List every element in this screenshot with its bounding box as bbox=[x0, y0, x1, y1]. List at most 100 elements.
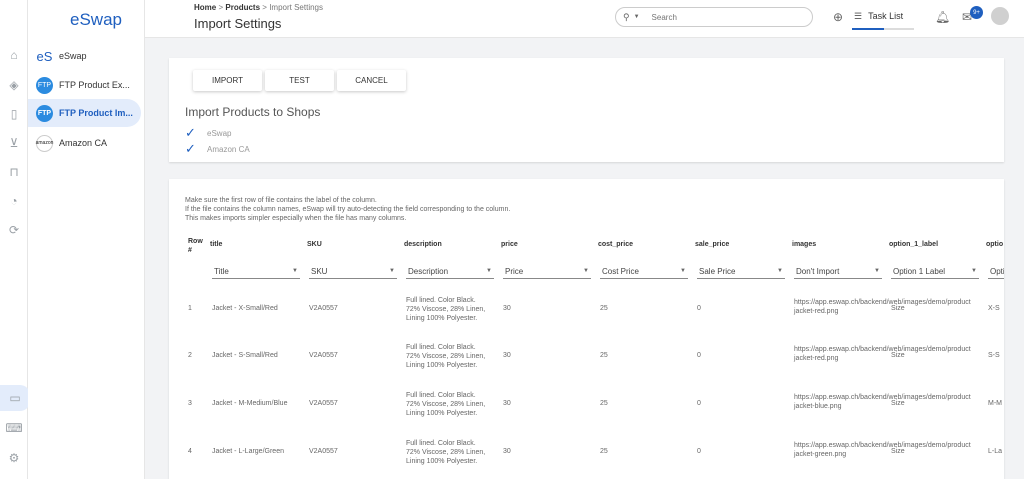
list-icon: ☰ bbox=[854, 11, 863, 21]
dropdown-arrow-icon: ▼ bbox=[486, 268, 492, 274]
cell-description: Full lined. Color Black. 72% Viscose, 28%… bbox=[406, 343, 485, 370]
description-line: 72% Viscose, 28% Linen, bbox=[406, 353, 486, 360]
page-title: Import Settings bbox=[194, 16, 282, 31]
cell-sale-price: 0 bbox=[697, 448, 701, 455]
import-button[interactable]: IMPORT bbox=[193, 70, 262, 91]
cell-images: https://app.eswap.ch/backend/web/images/… bbox=[794, 393, 971, 411]
shop-check-label: Amazon CA bbox=[207, 144, 250, 154]
cell-description: Full lined. Color Black. 72% Viscose, 28%… bbox=[406, 296, 485, 323]
dropdown-arrow-icon: ▼ bbox=[292, 268, 298, 274]
select-value: SKU bbox=[311, 266, 328, 276]
scrollbar[interactable] bbox=[1018, 174, 1022, 479]
note-line: If the file contains the column names, e… bbox=[185, 206, 511, 213]
column-mapping-select[interactable]: SKU ▼ bbox=[309, 264, 397, 279]
shop-item-ftp-import[interactable]: FTP FTP Product Im... bbox=[28, 99, 141, 127]
row-number: 3 bbox=[188, 400, 192, 407]
description-line: 72% Viscose, 28% Linen, bbox=[406, 401, 486, 408]
column-header: images bbox=[792, 241, 817, 248]
column-mapping-select[interactable]: Option 1 Label ▼ bbox=[891, 264, 979, 279]
shop-checkbox-eswap[interactable]: ✓ eSwap bbox=[185, 125, 231, 141]
breadcrumb: Home > Products > Import Settings bbox=[194, 3, 323, 12]
tablet-icon[interactable]: ▭ bbox=[0, 385, 30, 411]
cell-option-1-value: S-S bbox=[988, 352, 1000, 359]
task-list-tab[interactable]: ☰ Task List bbox=[852, 8, 914, 30]
task-list-label: Task List bbox=[868, 11, 904, 21]
settings-icon[interactable]: ⚙ bbox=[7, 451, 21, 465]
layers-icon[interactable]: ◈ bbox=[7, 78, 21, 92]
dropdown-arrow-icon: ▼ bbox=[971, 268, 977, 274]
column-mapping-select[interactable]: Description ▼ bbox=[406, 264, 494, 279]
description-line: Lining 100% Polyester. bbox=[406, 410, 478, 417]
dropdown-arrow-icon: ▼ bbox=[680, 268, 686, 274]
column-mapping-select[interactable]: Cost Price ▼ bbox=[600, 264, 688, 279]
search-input[interactable] bbox=[651, 12, 792, 22]
amazon-icon: amazon bbox=[36, 134, 53, 152]
description-line: 72% Viscose, 28% Linen, bbox=[406, 449, 486, 456]
image-url-line: https://app.eswap.ch/backend/web/images/… bbox=[794, 394, 971, 401]
mapping-instructions: Make sure the first row of file contains… bbox=[185, 196, 510, 223]
rownum-header: Row # bbox=[188, 237, 203, 255]
column-mapping-select[interactable]: Don't Import ▼ bbox=[794, 264, 882, 279]
column-header: SKU bbox=[307, 241, 322, 248]
eswap-logo-icon: eS bbox=[36, 48, 53, 64]
cancel-button[interactable]: CANCEL bbox=[337, 70, 406, 91]
inbox-icon[interactable]: ⊓ bbox=[7, 165, 21, 179]
cell-price: 30 bbox=[503, 400, 511, 407]
shop-item-ftp-export[interactable]: FTP FTP Product Ex... bbox=[32, 71, 141, 99]
description-line: 72% Viscose, 28% Linen, bbox=[406, 306, 486, 313]
dropdown-arrow-icon: ▼ bbox=[389, 268, 395, 274]
search-filter-dropdown-icon[interactable]: ▼ bbox=[634, 14, 640, 20]
add-icon[interactable]: ⊕ bbox=[833, 10, 843, 24]
top-header: Home > Products > Import Settings Import… bbox=[145, 0, 1024, 38]
select-value: Option 1 Label bbox=[893, 266, 946, 276]
breadcrumb-products[interactable]: Products bbox=[225, 3, 260, 12]
checkmark-icon: ✓ bbox=[185, 125, 196, 140]
home-icon[interactable]: ⌂ bbox=[7, 48, 21, 62]
cell-description: Full lined. Color Black. 72% Viscose, 28%… bbox=[406, 439, 485, 466]
laptop-icon[interactable]: ⌨ bbox=[5, 421, 22, 435]
column-header: cost_price bbox=[598, 241, 634, 248]
column-mapping-select[interactable]: Opti▼ bbox=[988, 264, 1004, 279]
shop-checkbox-amazon-ca[interactable]: ✓ Amazon CA bbox=[185, 141, 250, 157]
select-value: Price bbox=[505, 266, 524, 276]
breadcrumb-separator: > bbox=[218, 3, 224, 12]
sync-icon[interactable]: ⟳ bbox=[7, 223, 21, 237]
shop-check-label: eSwap bbox=[207, 128, 232, 138]
column-mapping-select[interactable]: Sale Price ▼ bbox=[697, 264, 785, 279]
description-line: Lining 100% Polyester. bbox=[406, 458, 478, 465]
breadcrumb-home[interactable]: Home bbox=[194, 3, 216, 12]
nav-rail: ⌂ ◈ ▯ ⊻ ⊓ ◔ ⟳ ▭ ⌨ ⚙ bbox=[0, 0, 30, 479]
description-line: Lining 100% Polyester. bbox=[406, 362, 478, 369]
shop-label: FTP Product Im... bbox=[59, 108, 133, 118]
dropdown-arrow-icon: ▼ bbox=[874, 268, 880, 274]
cell-option-1-label: Size bbox=[891, 352, 905, 359]
rownum-header-line: Row bbox=[188, 238, 203, 245]
book-icon[interactable]: ▯ bbox=[7, 107, 21, 121]
shop-panel: eSwap eS eSwap FTP FTP Product Ex... FTP… bbox=[28, 0, 145, 479]
image-url-line: jacket-red.png bbox=[794, 355, 839, 362]
select-value: Don't Import bbox=[796, 266, 840, 276]
column-header: title bbox=[210, 241, 223, 248]
image-url-line: jacket-red.png bbox=[794, 308, 839, 315]
pie-chart-icon[interactable]: ◔ bbox=[7, 194, 21, 208]
description-line: Lining 100% Polyester. bbox=[406, 315, 478, 322]
cell-title: Jacket - S-Small/Red bbox=[212, 352, 278, 359]
note-line: This makes imports simpler especially wh… bbox=[185, 215, 407, 222]
search-box[interactable]: ⚲ ▼ bbox=[615, 7, 813, 27]
image-url-line: jacket-green.png bbox=[794, 451, 847, 458]
cell-sale-price: 0 bbox=[697, 400, 701, 407]
column-mapping-select[interactable]: Title ▼ bbox=[212, 264, 300, 279]
description-line: Full lined. Color Black. bbox=[406, 392, 476, 399]
image-url-line: https://app.eswap.ch/backend/web/images/… bbox=[794, 346, 971, 353]
test-button[interactable]: TEST bbox=[265, 70, 334, 91]
avatar[interactable] bbox=[991, 7, 1009, 25]
cell-option-1-value: L-La bbox=[988, 448, 1003, 455]
shop-item-eswap[interactable]: eS eSwap bbox=[32, 42, 141, 70]
shop-item-amazon-ca[interactable]: amazon Amazon CA bbox=[32, 129, 141, 157]
cart-icon[interactable]: ⊻ bbox=[7, 136, 21, 150]
import-shops-heading: Import Products to Shops bbox=[185, 105, 321, 119]
column-mapping-select[interactable]: Price ▼ bbox=[503, 264, 591, 279]
cell-cost-price: 25 bbox=[600, 448, 608, 455]
bell-icon[interactable]: 🔔︎ bbox=[935, 10, 950, 24]
select-value: Cost Price bbox=[602, 266, 639, 276]
